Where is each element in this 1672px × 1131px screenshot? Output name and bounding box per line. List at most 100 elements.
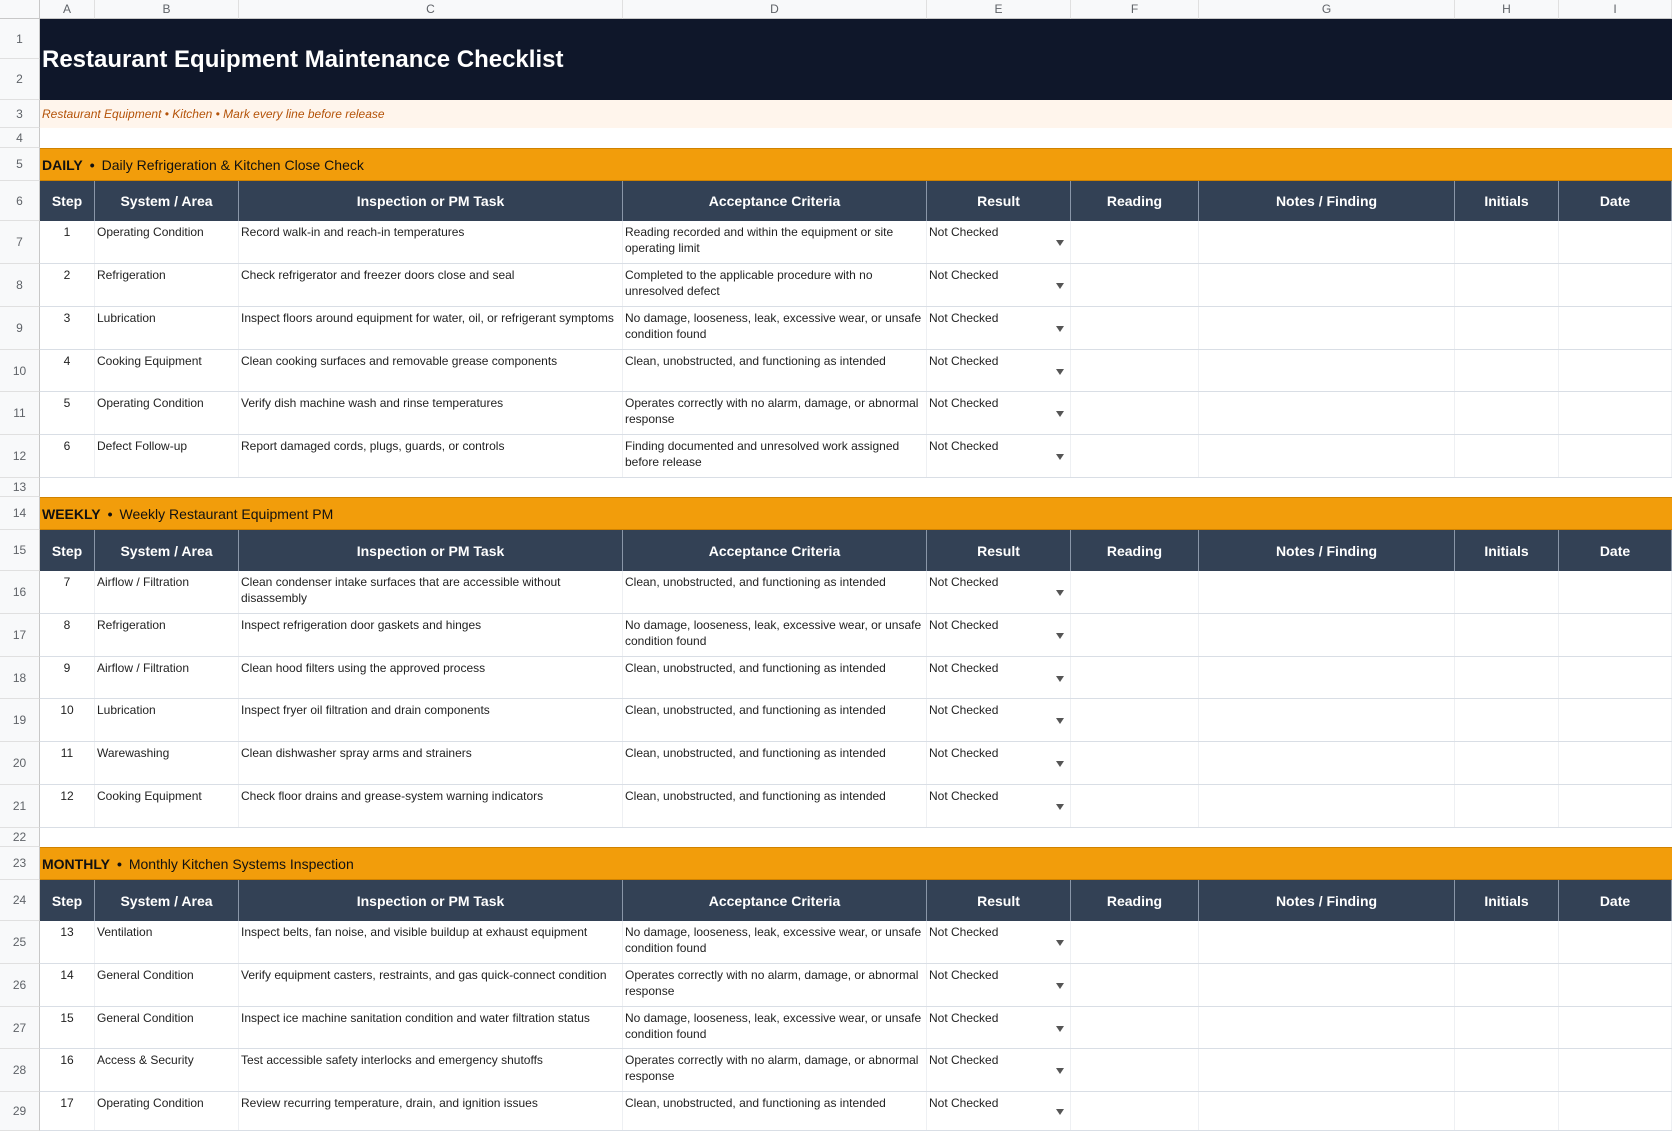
criteria-cell[interactable]: Finding documented and unresolved work a… xyxy=(623,435,927,477)
criteria-cell[interactable]: No damage, looseness, leak, excessive we… xyxy=(623,307,927,349)
notes-cell[interactable] xyxy=(1199,964,1455,1006)
reading-cell[interactable] xyxy=(1071,1092,1199,1130)
step-cell[interactable]: 4 xyxy=(40,350,95,391)
row-header[interactable]: 2 xyxy=(0,59,40,100)
row-header[interactable]: 3 xyxy=(0,100,40,128)
dropdown-arrow-icon[interactable] xyxy=(1056,1109,1064,1115)
step-cell[interactable]: 14 xyxy=(40,964,95,1006)
task-cell[interactable]: Clean hood filters using the approved pr… xyxy=(239,657,623,698)
row-header[interactable]: 26 xyxy=(0,964,40,1007)
column-header[interactable]: E xyxy=(927,0,1071,19)
column-header[interactable]: I xyxy=(1559,0,1672,19)
initials-cell[interactable] xyxy=(1455,785,1559,827)
reading-cell[interactable] xyxy=(1071,221,1199,263)
notes-cell[interactable] xyxy=(1199,350,1455,391)
step-cell[interactable]: 2 xyxy=(40,264,95,306)
result-dropdown[interactable]: Not Checked xyxy=(927,964,1071,1006)
task-cell[interactable]: Inspect ice machine sanitation condition… xyxy=(239,1007,623,1048)
date-cell[interactable] xyxy=(1559,614,1672,656)
initials-cell[interactable] xyxy=(1455,307,1559,349)
notes-cell[interactable] xyxy=(1199,264,1455,306)
column-title[interactable]: Date xyxy=(1559,530,1672,571)
row-header[interactable]: 6 xyxy=(0,181,40,221)
row-header[interactable]: 1 xyxy=(0,19,40,59)
dropdown-arrow-icon[interactable] xyxy=(1056,368,1064,375)
row-header[interactable]: 15 xyxy=(0,530,40,571)
notes-cell[interactable] xyxy=(1199,1007,1455,1048)
notes-cell[interactable] xyxy=(1199,392,1455,434)
dropdown-arrow-icon[interactable] xyxy=(1056,633,1064,639)
row-header[interactable]: 27 xyxy=(0,1007,40,1049)
criteria-cell[interactable]: Operates correctly with no alarm, damage… xyxy=(623,1049,927,1091)
date-cell[interactable] xyxy=(1559,221,1672,263)
row-header[interactable]: 7 xyxy=(0,221,40,264)
column-title[interactable]: Initials xyxy=(1455,530,1559,571)
row-header[interactable]: 14 xyxy=(0,497,40,530)
date-cell[interactable] xyxy=(1559,657,1672,698)
result-dropdown[interactable]: Not Checked xyxy=(927,699,1071,741)
result-dropdown[interactable]: Not Checked xyxy=(927,742,1071,784)
initials-cell[interactable] xyxy=(1455,921,1559,963)
dropdown-arrow-icon[interactable] xyxy=(1056,1025,1064,1032)
row-header[interactable]: 5 xyxy=(0,148,40,181)
column-title[interactable]: System / Area xyxy=(95,530,239,571)
column-title[interactable]: System / Area xyxy=(95,181,239,221)
step-cell[interactable]: 6 xyxy=(40,435,95,477)
system-cell[interactable]: Operating Condition xyxy=(95,392,239,434)
step-cell[interactable]: 3 xyxy=(40,307,95,349)
initials-cell[interactable] xyxy=(1455,350,1559,391)
column-title[interactable]: Initials xyxy=(1455,181,1559,221)
step-cell[interactable]: 1 xyxy=(40,221,95,263)
date-cell[interactable] xyxy=(1559,1092,1672,1130)
dropdown-arrow-icon[interactable] xyxy=(1056,718,1064,724)
initials-cell[interactable] xyxy=(1455,742,1559,784)
row-header[interactable]: 20 xyxy=(0,742,40,785)
column-title[interactable]: Inspection or PM Task xyxy=(239,880,623,921)
initials-cell[interactable] xyxy=(1455,614,1559,656)
reading-cell[interactable] xyxy=(1071,307,1199,349)
row-header[interactable]: 17 xyxy=(0,614,40,657)
date-cell[interactable] xyxy=(1559,742,1672,784)
result-dropdown[interactable]: Not Checked xyxy=(927,264,1071,306)
notes-cell[interactable] xyxy=(1199,742,1455,784)
criteria-cell[interactable]: No damage, looseness, leak, excessive we… xyxy=(623,921,927,963)
column-header[interactable]: F xyxy=(1071,0,1199,19)
row-header[interactable]: 10 xyxy=(0,350,40,392)
step-cell[interactable]: 7 xyxy=(40,571,95,613)
row-header[interactable]: 12 xyxy=(0,435,40,478)
system-cell[interactable]: Refrigeration xyxy=(95,614,239,656)
row-header[interactable]: 23 xyxy=(0,847,40,880)
reading-cell[interactable] xyxy=(1071,392,1199,434)
reading-cell[interactable] xyxy=(1071,964,1199,1006)
date-cell[interactable] xyxy=(1559,964,1672,1006)
column-title[interactable]: Date xyxy=(1559,181,1672,221)
column-header[interactable]: B xyxy=(95,0,239,19)
reading-cell[interactable] xyxy=(1071,657,1199,698)
result-dropdown[interactable]: Not Checked xyxy=(927,921,1071,963)
column-title[interactable]: Acceptance Criteria xyxy=(623,880,927,921)
initials-cell[interactable] xyxy=(1455,1049,1559,1091)
date-cell[interactable] xyxy=(1559,921,1672,963)
row-header[interactable]: 13 xyxy=(0,478,40,497)
task-cell[interactable]: Clean cooking surfaces and removable gre… xyxy=(239,350,623,391)
dropdown-arrow-icon[interactable] xyxy=(1056,983,1064,989)
notes-cell[interactable] xyxy=(1199,307,1455,349)
result-dropdown[interactable]: Not Checked xyxy=(927,571,1071,613)
initials-cell[interactable] xyxy=(1455,657,1559,698)
column-title[interactable]: Result xyxy=(927,181,1071,221)
result-dropdown[interactable]: Not Checked xyxy=(927,785,1071,827)
step-cell[interactable]: 8 xyxy=(40,614,95,656)
task-cell[interactable]: Record walk-in and reach-in temperatures xyxy=(239,221,623,263)
column-title[interactable]: Reading xyxy=(1071,181,1199,221)
reading-cell[interactable] xyxy=(1071,571,1199,613)
column-title[interactable]: Notes / Finding xyxy=(1199,880,1455,921)
criteria-cell[interactable]: Operates correctly with no alarm, damage… xyxy=(623,392,927,434)
notes-cell[interactable] xyxy=(1199,1049,1455,1091)
result-dropdown[interactable]: Not Checked xyxy=(927,1049,1071,1091)
row-header[interactable]: 4 xyxy=(0,128,40,148)
column-title[interactable]: Step xyxy=(40,181,95,221)
notes-cell[interactable] xyxy=(1199,921,1455,963)
column-title[interactable]: Step xyxy=(40,880,95,921)
result-dropdown[interactable]: Not Checked xyxy=(927,1007,1071,1048)
system-cell[interactable]: Defect Follow-up xyxy=(95,435,239,477)
